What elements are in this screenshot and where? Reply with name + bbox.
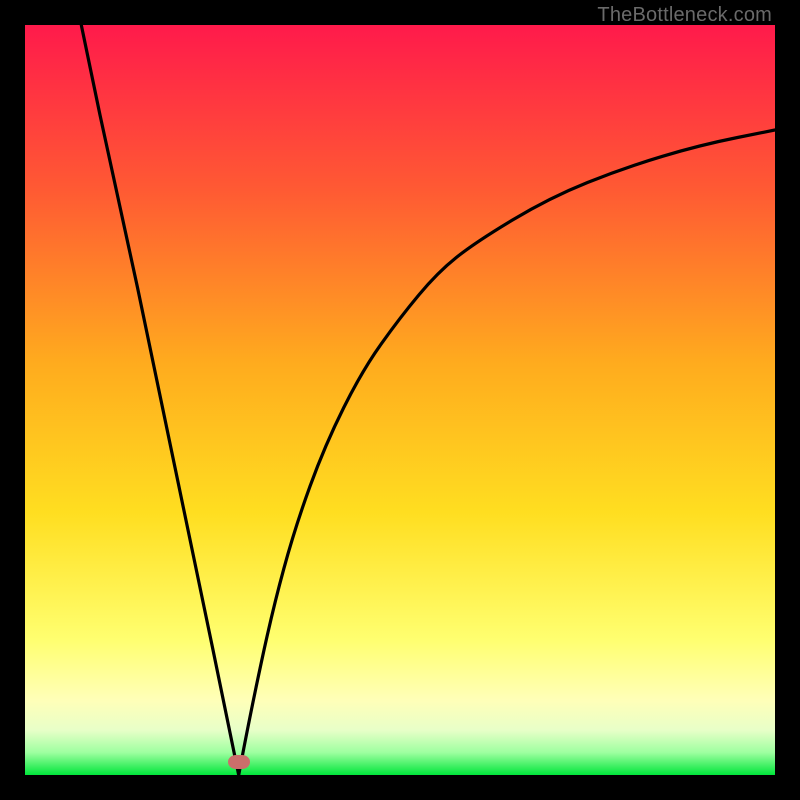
bottleneck-curve — [25, 25, 775, 775]
watermark-text: TheBottleneck.com — [597, 4, 772, 27]
plot-frame — [25, 25, 775, 775]
minimum-marker — [228, 755, 250, 769]
